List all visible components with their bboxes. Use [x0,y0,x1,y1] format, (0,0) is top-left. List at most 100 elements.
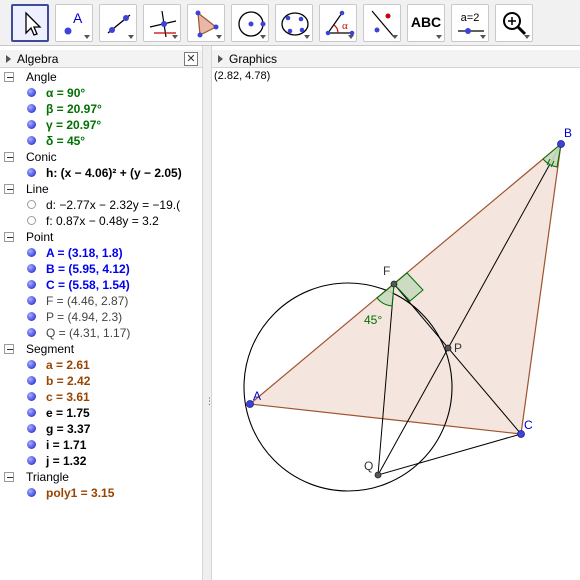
visibility-toggle-icon[interactable] [27,216,36,225]
algebra-object-row[interactable]: poly1 = 3.15 [0,485,202,501]
collapse-minus-icon[interactable] [4,232,14,242]
algebra-object-row[interactable]: γ = 20.97° [0,117,202,133]
reflect-tool-button[interactable] [363,4,401,42]
collapse-minus-icon[interactable] [4,72,14,82]
algebra-object-text[interactable]: e = 1.75 [46,406,90,420]
algebra-object-row[interactable]: j = 1.32 [0,453,202,469]
algebra-object-text[interactable]: g = 3.37 [46,422,90,436]
zoom-tool-button[interactable] [495,4,533,42]
visibility-toggle-icon[interactable] [27,328,36,337]
algebra-object-text[interactable]: α = 90° [46,86,85,100]
move-tool-button[interactable] [11,4,49,42]
visibility-toggle-icon[interactable] [27,88,36,97]
algebra-object-row[interactable]: β = 20.97° [0,101,202,117]
algebra-object-row[interactable]: α = 90° [0,85,202,101]
visibility-toggle-icon[interactable] [27,408,36,417]
algebra-object-row[interactable]: i = 1.71 [0,437,202,453]
point-P[interactable] [444,344,452,352]
graphics-view[interactable]: (2.82, 4.78) 45° A B C F P Q [212,69,580,580]
visibility-toggle-icon[interactable] [27,104,36,113]
algebra-object-row[interactable]: B = (5.95, 4.12) [0,261,202,277]
algebra-object-text[interactable]: δ = 45° [46,134,85,148]
algebra-object-text[interactable]: j = 1.32 [46,454,86,468]
category-point[interactable]: Point [0,229,202,245]
collapse-arrow-icon[interactable] [6,55,11,63]
line-tool-button[interactable] [99,4,137,42]
visibility-toggle-icon[interactable] [27,424,36,433]
conic-tool-button[interactable] [275,4,313,42]
algebra-object-row[interactable]: g = 3.37 [0,421,202,437]
algebra-object-text[interactable]: A = (3.18, 1.8) [46,246,123,260]
close-view-button[interactable]: ✕ [184,52,198,66]
new-point-tool-button[interactable]: A [55,4,93,42]
algebra-object-row[interactable]: P = (4.94, 2.3) [0,309,202,325]
algebra-object-text[interactable]: h: (x − 4.06)² + (y − 2.05) [46,166,182,180]
visibility-toggle-icon[interactable] [27,392,36,401]
category-conic[interactable]: Conic [0,149,202,165]
visibility-toggle-icon[interactable] [27,360,36,369]
visibility-toggle-icon[interactable] [27,376,36,385]
algebra-object-row[interactable]: h: (x − 4.06)² + (y − 2.05) [0,165,202,181]
algebra-object-text[interactable]: γ = 20.97° [46,118,101,132]
algebra-object-text[interactable]: F = (4.46, 2.87) [46,294,128,308]
collapse-minus-icon[interactable] [4,152,14,162]
algebra-object-text[interactable]: Q = (4.31, 1.17) [46,326,130,340]
collapse-minus-icon[interactable] [4,344,14,354]
algebra-object-row[interactable]: c = 3.61 [0,389,202,405]
visibility-toggle-icon[interactable] [27,136,36,145]
point-F[interactable] [390,280,398,288]
category-angle[interactable]: Angle [0,69,202,85]
visibility-toggle-icon[interactable] [27,200,36,209]
visibility-toggle-icon[interactable] [27,168,36,177]
collapse-arrow-icon[interactable] [218,55,223,63]
angle-tool-button[interactable]: α [319,4,357,42]
slider-tool-button[interactable]: a=2 [451,4,489,42]
category-triangle[interactable]: Triangle [0,469,202,485]
visibility-toggle-icon[interactable] [27,296,36,305]
category-line[interactable]: Line [0,181,202,197]
algebra-object-text[interactable]: a = 2.61 [46,358,90,372]
algebra-object-row[interactable]: F = (4.46, 2.87) [0,293,202,309]
algebra-object-text[interactable]: B = (5.95, 4.12) [46,262,130,276]
algebra-object-text[interactable]: i = 1.71 [46,438,86,452]
collapse-minus-icon[interactable] [4,472,14,482]
algebra-object-text[interactable]: β = 20.97° [46,102,102,116]
algebra-object-row[interactable]: δ = 45° [0,133,202,149]
algebra-object-row[interactable]: Q = (4.31, 1.17) [0,325,202,341]
algebra-object-row[interactable]: d: −2.77x − 2.32y = −19.( [0,197,202,213]
visibility-toggle-icon[interactable] [27,280,36,289]
collapse-minus-icon[interactable] [4,184,14,194]
category-segment[interactable]: Segment [0,341,202,357]
algebra-object-text[interactable]: poly1 = 3.15 [46,486,114,500]
algebra-object-text[interactable]: b = 2.42 [46,374,90,388]
graphics-view-header[interactable]: Graphics [212,50,580,68]
algebra-object-row[interactable]: e = 1.75 [0,405,202,421]
geometry-canvas[interactable]: 45° A B C F P Q [212,69,580,580]
algebra-object-row[interactable]: a = 2.61 [0,357,202,373]
visibility-toggle-icon[interactable] [27,264,36,273]
algebra-object-text[interactable]: f: 0.87x − 0.48y = 3.2 [46,214,159,228]
algebra-object-text[interactable]: d: −2.77x − 2.32y = −19.( [46,198,180,212]
visibility-toggle-icon[interactable] [27,120,36,129]
algebra-object-row[interactable]: C = (5.58, 1.54) [0,277,202,293]
algebra-object-row[interactable]: A = (3.18, 1.8) [0,245,202,261]
point-Q[interactable] [374,471,382,479]
algebra-object-row[interactable]: f: 0.87x − 0.48y = 3.2 [0,213,202,229]
algebra-view-header[interactable]: Algebra ✕ [0,50,202,68]
perpendicular-line-tool-button[interactable] [143,4,181,42]
point-B[interactable] [557,140,565,148]
view-splitter[interactable]: ⋮ [202,46,214,580]
visibility-toggle-icon[interactable] [27,456,36,465]
visibility-toggle-icon[interactable] [27,440,36,449]
algebra-object-text[interactable]: C = (5.58, 1.54) [46,278,130,292]
algebra-object-row[interactable]: b = 2.42 [0,373,202,389]
visibility-toggle-icon[interactable] [27,248,36,257]
algebra-object-text[interactable]: P = (4.94, 2.3) [46,310,122,324]
visibility-toggle-icon[interactable] [27,312,36,321]
visibility-toggle-icon[interactable] [27,488,36,497]
segment-j[interactable] [377,433,522,476]
polygon-tool-button[interactable] [187,4,225,42]
circle-tool-button[interactable] [231,4,269,42]
algebra-object-text[interactable]: c = 3.61 [46,390,90,404]
text-tool-button[interactable]: ABC [407,4,445,42]
